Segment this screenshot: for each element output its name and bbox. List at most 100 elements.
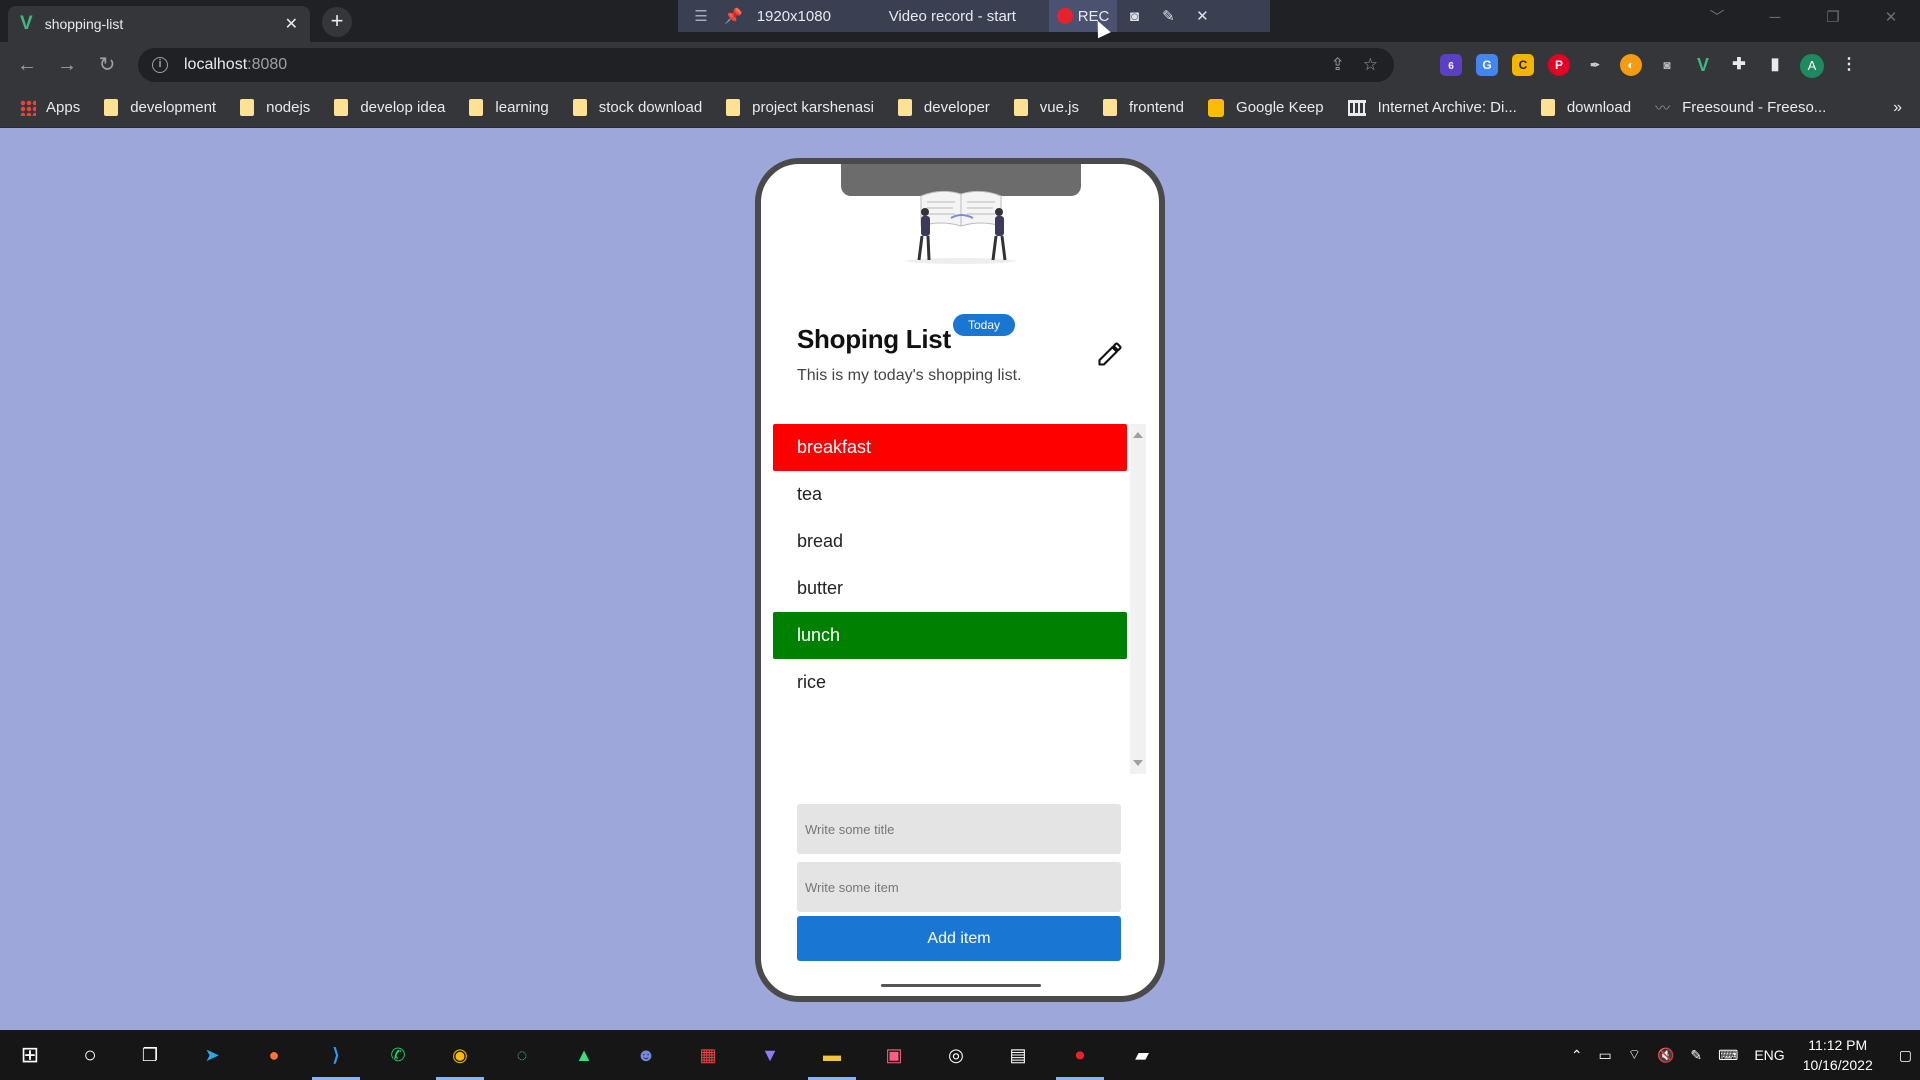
- share-icon[interactable]: ⇪: [1331, 55, 1345, 75]
- whatsapp-icon[interactable]: ✆: [382, 1039, 414, 1071]
- pen-extension-icon[interactable]: ✒: [1584, 54, 1606, 76]
- side-panel-icon[interactable]: ▮: [1764, 54, 1786, 76]
- list-header: Shoping List Today This is my today's sh…: [797, 314, 1127, 385]
- freesound-icon: 〰: [1655, 100, 1671, 117]
- bookmark-freesound[interactable]: 〰 Freesound - Freeso...: [1655, 97, 1826, 118]
- list-item-rice[interactable]: rice: [773, 659, 1127, 706]
- reload-icon[interactable]: ↻: [92, 50, 122, 80]
- terminal-icon[interactable]: ▣: [878, 1039, 910, 1071]
- title-input[interactable]: [797, 804, 1121, 854]
- scroll-up-icon[interactable]: [1133, 432, 1143, 438]
- vue-devtools-icon[interactable]: V: [1692, 54, 1714, 76]
- vector-app-icon[interactable]: ▼: [754, 1039, 786, 1071]
- calculator-icon[interactable]: ▤: [1002, 1039, 1034, 1071]
- bookmark-star-icon[interactable]: ☆: [1363, 55, 1378, 75]
- window-controls: ﹀ ─ ❐ ✕: [1688, 0, 1920, 36]
- bookmark-label: learning: [495, 99, 549, 116]
- orange-extension-icon[interactable]: ◐: [1620, 54, 1642, 76]
- bookmark-download[interactable]: download: [1540, 99, 1632, 116]
- keyboard-icon[interactable]: ⌨: [1718, 1047, 1738, 1064]
- vscode-icon[interactable]: ⟩: [320, 1039, 352, 1071]
- tab-search-icon[interactable]: ﹀: [1688, 0, 1746, 36]
- bookmark-google-keep[interactable]: Google Keep: [1208, 98, 1324, 117]
- list-item-bread[interactable]: bread: [773, 518, 1127, 565]
- bookmark-develop-idea[interactable]: develop idea: [334, 99, 445, 116]
- scroll-down-icon[interactable]: [1133, 760, 1143, 766]
- folder-icon: [104, 99, 119, 116]
- close-window-icon[interactable]: ✕: [1862, 0, 1920, 36]
- screenshot-extension-icon[interactable]: ◙: [1656, 54, 1678, 76]
- category-breakfast[interactable]: breakfast: [773, 424, 1127, 471]
- postman-icon[interactable]: ●: [258, 1039, 290, 1071]
- clock[interactable]: 11:12 PM 10/16/2022: [1803, 1035, 1873, 1075]
- file-explorer-icon[interactable]: ▬: [816, 1039, 848, 1071]
- list-item-tea[interactable]: tea: [773, 471, 1127, 518]
- bookmark-vuejs[interactable]: vue.js: [1013, 99, 1079, 116]
- pinterest-icon[interactable]: P: [1548, 54, 1570, 76]
- language-indicator[interactable]: ENG: [1754, 1047, 1784, 1063]
- bookmarks-more-icon[interactable]: »: [1893, 99, 1902, 117]
- browser-tab[interactable]: V shopping-list ✕: [8, 6, 310, 42]
- volume-muted-icon[interactable]: 🔇: [1657, 1047, 1674, 1064]
- apps-grid-icon: [20, 99, 36, 116]
- chrome-icon[interactable]: ◉: [444, 1039, 476, 1071]
- chevron-up-icon[interactable]: ⌃: [1571, 1047, 1583, 1064]
- recorder-close-icon[interactable]: ✕: [1185, 7, 1219, 25]
- google-translate-icon[interactable]: G: [1476, 54, 1498, 76]
- edit-pencil-icon[interactable]: [1096, 340, 1124, 368]
- windows-start-icon[interactable]: ⊞: [14, 1039, 46, 1071]
- pencil-icon[interactable]: ✎: [1151, 7, 1185, 25]
- recorder-menu-icon[interactable]: ☰: [690, 7, 712, 25]
- extension-badge-icon[interactable]: 6: [1440, 54, 1462, 76]
- wifi-icon[interactable]: ⌔: [1628, 1046, 1641, 1064]
- list-item-butter[interactable]: butter: [773, 565, 1127, 612]
- search-icon[interactable]: ○: [74, 1039, 106, 1071]
- minimize-icon[interactable]: ─: [1746, 0, 1804, 36]
- list-scrollbar[interactable]: [1130, 424, 1146, 774]
- add-item-button[interactable]: Add item: [797, 916, 1121, 961]
- bookmark-label: Freesound - Freeso...: [1682, 99, 1827, 116]
- pin-icon[interactable]: 📌: [724, 7, 743, 25]
- pen-icon[interactable]: ✎: [1690, 1047, 1702, 1064]
- paint-app-icon[interactable]: ▦: [692, 1039, 724, 1071]
- forward-icon[interactable]: →: [52, 50, 82, 80]
- bookmark-stock-download[interactable]: stock download: [572, 99, 703, 116]
- bookmark-label: stock download: [598, 99, 703, 116]
- bookmark-label: download: [1566, 99, 1632, 116]
- bookmark-label: Apps: [46, 99, 81, 116]
- bookmark-learning[interactable]: learning: [469, 99, 549, 116]
- bookmark-internet-archive[interactable]: Internet Archive: Di...: [1347, 99, 1517, 116]
- record-dot-icon: [1056, 8, 1073, 24]
- site-info-icon[interactable]: i: [152, 57, 168, 73]
- obs-icon[interactable]: ◎: [940, 1039, 972, 1071]
- keep-icon: [1208, 98, 1225, 117]
- address-bar[interactable]: i localhost:8080 ⇪ ☆: [138, 48, 1394, 82]
- restore-icon[interactable]: ❐: [1804, 0, 1862, 36]
- coin-extension-icon[interactable]: C: [1512, 54, 1534, 76]
- android-studio-icon[interactable]: ▲: [568, 1039, 600, 1071]
- bookmark-frontend[interactable]: frontend: [1102, 99, 1184, 116]
- page-title: Shoping List: [797, 324, 951, 354]
- kebab-menu-icon[interactable]: ⋮: [1838, 54, 1860, 76]
- profile-avatar[interactable]: A: [1800, 54, 1824, 78]
- task-view-icon[interactable]: ❐: [134, 1039, 166, 1071]
- telegram-icon[interactable]: ➤: [196, 1039, 228, 1071]
- bookmark-apps[interactable]: Apps: [20, 99, 80, 116]
- loading-app-icon[interactable]: ◌: [506, 1039, 538, 1071]
- recorder-app-icon[interactable]: ⏺: [1064, 1039, 1096, 1071]
- item-input[interactable]: [797, 862, 1121, 912]
- new-tab-button[interactable]: +: [322, 7, 352, 37]
- discord-icon[interactable]: ☻: [630, 1039, 662, 1071]
- bookmark-project-karshenasi[interactable]: project karshenasi: [726, 99, 874, 116]
- bookmark-development[interactable]: development: [104, 99, 216, 116]
- battery-icon[interactable]: ▭: [1599, 1047, 1612, 1064]
- video-editor-icon[interactable]: ▰: [1126, 1039, 1158, 1071]
- bookmark-nodejs[interactable]: nodejs: [240, 99, 310, 116]
- puzzle-extensions-icon[interactable]: ✚: [1728, 54, 1750, 76]
- notifications-icon[interactable]: ▢: [1899, 1047, 1912, 1064]
- back-icon[interactable]: ←: [12, 50, 42, 80]
- tab-close-icon[interactable]: ✕: [285, 14, 298, 34]
- category-lunch[interactable]: lunch: [773, 612, 1127, 659]
- bookmark-developer[interactable]: developer: [897, 99, 990, 116]
- camera-icon[interactable]: ◙: [1117, 8, 1151, 25]
